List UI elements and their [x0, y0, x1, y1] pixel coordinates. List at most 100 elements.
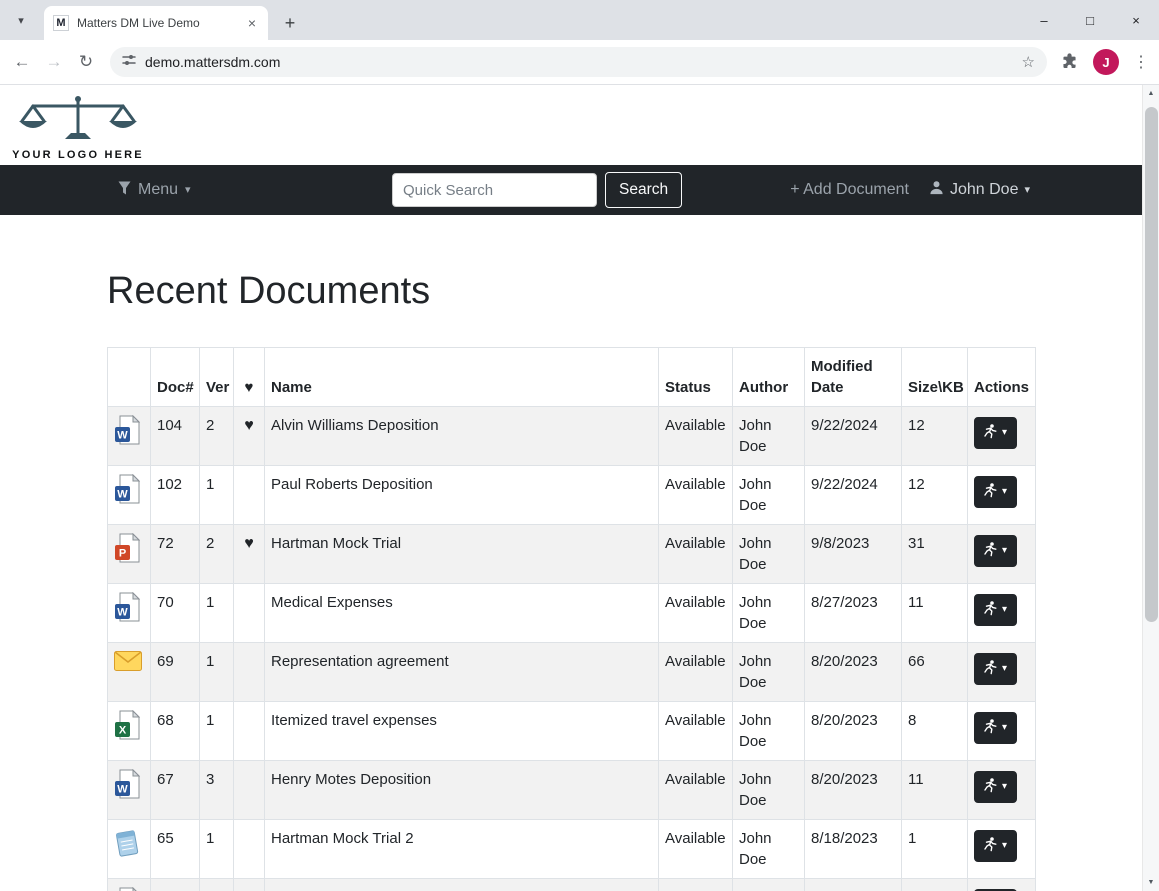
- document-name-cell[interactable]: Paul Roberts Deposition: [265, 465, 659, 524]
- quick-search-input[interactable]: [392, 173, 597, 207]
- document-name-cell[interactable]: Itemized travel expenses: [265, 701, 659, 760]
- document-actions-button[interactable]: ▾: [974, 712, 1017, 744]
- browser-menu-icon[interactable]: ⋮: [1129, 52, 1153, 72]
- document-name-cell[interactable]: Hartman Mock Trial: [265, 524, 659, 583]
- new-tab-button[interactable]: +: [276, 9, 304, 37]
- tab-strip: ▾ M Matters DM Live Demo × + – □ ×: [0, 0, 1159, 40]
- actions-cell: ▾: [968, 583, 1036, 642]
- minimize-button[interactable]: –: [1021, 0, 1067, 40]
- document-actions-button[interactable]: ▾: [974, 653, 1017, 685]
- document-name-cell[interactable]: Representation agreement: [265, 642, 659, 701]
- notepad-file-icon: [114, 828, 144, 858]
- author-cell: John Doe: [733, 465, 805, 524]
- status-cell: Available: [659, 701, 733, 760]
- column-header: Actions: [968, 347, 1036, 406]
- extensions-puzzle-icon[interactable]: [1055, 52, 1083, 72]
- caret-down-icon: ▾: [1002, 487, 1007, 497]
- scrollbar-thumb[interactable]: [1145, 107, 1158, 622]
- favorite-heart-icon[interactable]: ♥: [244, 535, 254, 552]
- table-row: W673Henry Motes DepositionAvailableJohn …: [108, 760, 1036, 819]
- status-cell: Available: [659, 465, 733, 524]
- file-type-cell: [108, 642, 151, 701]
- user-dropdown[interactable]: John Doe ▾: [929, 180, 1030, 200]
- favorite-cell[interactable]: ♥: [234, 524, 265, 583]
- profile-avatar[interactable]: J: [1093, 49, 1119, 75]
- favorite-cell[interactable]: [234, 760, 265, 819]
- scroll-up-icon[interactable]: ▲: [1143, 85, 1159, 102]
- favorite-cell[interactable]: ♥: [234, 878, 265, 891]
- actions-cell: ▾: [968, 524, 1036, 583]
- bookmark-star-icon[interactable]: ☆: [1022, 53, 1035, 71]
- file-type-cell: P: [108, 524, 151, 583]
- menu-dropdown[interactable]: Menu ▾: [118, 165, 191, 215]
- run-action-icon: [984, 719, 997, 737]
- favorite-cell[interactable]: [234, 819, 265, 878]
- favorite-cell[interactable]: [234, 701, 265, 760]
- site-logo: YOUR LOGO HERE: [12, 95, 144, 161]
- document-actions-button[interactable]: ▾: [974, 417, 1017, 449]
- browser-toolbar: ← → ↻ demo.mattersdm.com ☆ J ⋮: [0, 40, 1159, 85]
- column-header: [108, 347, 151, 406]
- run-action-icon: [984, 601, 997, 619]
- email-file-icon: [114, 651, 144, 671]
- page-scrollbar[interactable]: ▲ ▼: [1142, 85, 1159, 891]
- version-cell: 2: [200, 406, 234, 465]
- favorite-heart-icon[interactable]: ♥: [244, 417, 254, 434]
- tab-search-chevron-icon[interactable]: ▾: [10, 9, 32, 31]
- version-cell: 1: [200, 701, 234, 760]
- table-row: W701Medical ExpensesAvailableJohn Doe8/2…: [108, 583, 1036, 642]
- caret-down-icon: ▾: [1024, 185, 1030, 196]
- doc-number-cell: 64: [151, 878, 200, 891]
- address-bar[interactable]: demo.mattersdm.com ☆: [110, 47, 1047, 77]
- document-actions-button[interactable]: ▾: [974, 535, 1017, 567]
- author-cell: John Doe: [733, 524, 805, 583]
- favorite-cell[interactable]: ♥: [234, 406, 265, 465]
- status-cell: Available: [659, 760, 733, 819]
- run-action-icon: [984, 660, 997, 678]
- run-action-icon: [984, 424, 997, 442]
- actions-cell: ▾: [968, 406, 1036, 465]
- favorite-cell[interactable]: [234, 465, 265, 524]
- logo-text: YOUR LOGO HERE: [12, 149, 144, 161]
- forward-icon[interactable]: →: [38, 46, 70, 78]
- modified-date-cell: 8/20/2023: [805, 642, 902, 701]
- maximize-button[interactable]: □: [1067, 0, 1113, 40]
- column-header: Modified Date: [805, 347, 902, 406]
- scales-of-justice-icon: [17, 95, 139, 143]
- scroll-down-icon[interactable]: ▼: [1143, 874, 1159, 891]
- close-window-button[interactable]: ×: [1113, 0, 1159, 40]
- caret-down-icon: ▾: [1002, 605, 1007, 615]
- add-document-button[interactable]: + Add Document: [790, 181, 909, 199]
- recent-documents-table: Doc#Ver♥NameStatusAuthorModified DateSiz…: [107, 347, 1036, 891]
- site-info-icon[interactable]: [122, 53, 136, 72]
- file-type-cell: W: [108, 583, 151, 642]
- doc-number-cell: 70: [151, 583, 200, 642]
- favorite-cell[interactable]: [234, 642, 265, 701]
- back-icon[interactable]: ←: [6, 46, 38, 78]
- favorite-cell[interactable]: [234, 583, 265, 642]
- document-name-cell[interactable]: Alvin Williams Deposition: [265, 406, 659, 465]
- document-actions-button[interactable]: ▾: [974, 594, 1017, 626]
- svg-text:W: W: [117, 783, 128, 795]
- size-cell: 31: [902, 524, 968, 583]
- search-button[interactable]: Search: [605, 172, 682, 208]
- document-actions-button[interactable]: ▾: [974, 476, 1017, 508]
- doc-number-cell: 65: [151, 819, 200, 878]
- refresh-icon[interactable]: ↻: [70, 46, 102, 78]
- browser-tab[interactable]: M Matters DM Live Demo ×: [44, 6, 268, 40]
- run-action-icon: [984, 778, 997, 796]
- document-name-cell[interactable]: Presentation by William Mil: [265, 878, 659, 891]
- document-actions-button[interactable]: ▾: [974, 771, 1017, 803]
- document-actions-button[interactable]: ▾: [974, 830, 1017, 862]
- actions-cell: ▾: [968, 760, 1036, 819]
- modified-date-cell: 8/27/2023: [805, 583, 902, 642]
- column-header: Size\KB: [902, 347, 968, 406]
- document-name-cell[interactable]: Henry Motes Deposition: [265, 760, 659, 819]
- tab-close-icon[interactable]: ×: [245, 15, 259, 31]
- menu-label: Menu: [138, 181, 178, 199]
- page-viewport: YOUR LOGO HERE Menu ▾ Search: [0, 85, 1159, 891]
- modified-date-cell: 8/18/2023: [805, 878, 902, 891]
- table-row: 651Hartman Mock Trial 2AvailableJohn Doe…: [108, 819, 1036, 878]
- document-name-cell[interactable]: Medical Expenses: [265, 583, 659, 642]
- document-name-cell[interactable]: Hartman Mock Trial 2: [265, 819, 659, 878]
